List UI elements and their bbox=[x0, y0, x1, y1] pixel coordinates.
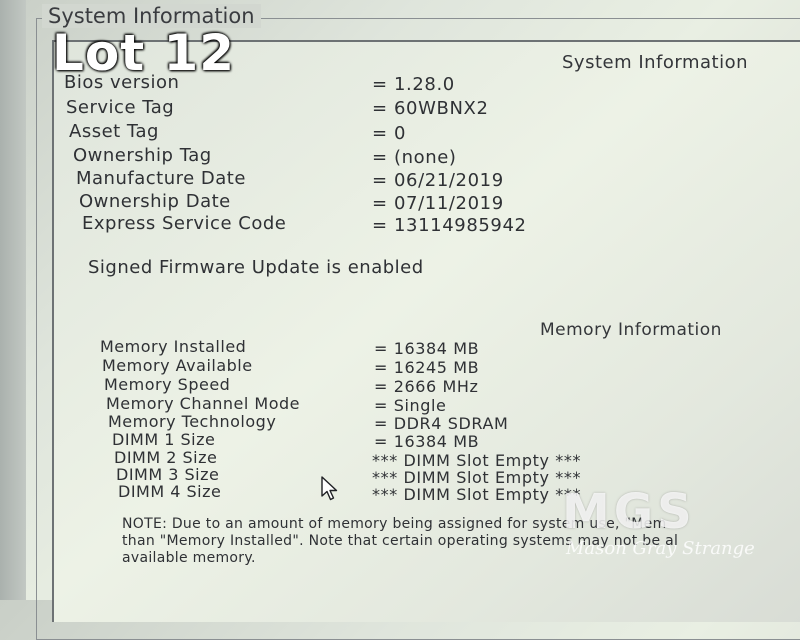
row-value-memory-installed: = 16384 MB bbox=[374, 339, 480, 358]
watermark-subtitle: Mason Gray Strange bbox=[566, 538, 755, 559]
row-label-asset-tag: Asset Tag bbox=[69, 121, 159, 142]
row-label-memory-technology: Memory Technology bbox=[108, 412, 277, 431]
lot-number-label: Lot 12 bbox=[52, 24, 236, 82]
memory-section-title: Memory Information bbox=[540, 320, 722, 340]
row-label-dimm-1-size: DIMM 1 Size bbox=[112, 430, 216, 449]
row-value-express-service-code: = 13114985942 bbox=[372, 215, 527, 236]
row-label-express-service-code: Express Service Code bbox=[82, 213, 287, 234]
row-label-ownership-date: Ownership Date bbox=[79, 191, 231, 212]
row-label-memory-available: Memory Available bbox=[102, 356, 253, 375]
system-section-title: System Information bbox=[562, 52, 749, 73]
row-value-memory-available: = 16245 MB bbox=[374, 358, 480, 377]
row-value-service-tag: = 60WBNX2 bbox=[372, 98, 489, 119]
row-label-memory-installed: Memory Installed bbox=[100, 337, 247, 356]
row-label-memory-speed: Memory Speed bbox=[104, 375, 231, 394]
row-label-memory-channel-mode: Memory Channel Mode bbox=[106, 394, 301, 413]
firmware-status-text: Signed Firmware Update is enabled bbox=[88, 257, 424, 278]
row-value-bios-version: = 1.28.0 bbox=[372, 74, 455, 95]
row-value-ownership-date: = 07/11/2019 bbox=[372, 193, 504, 214]
row-label-manufacture-date: Manufacture Date bbox=[76, 168, 246, 189]
row-value-asset-tag: = 0 bbox=[372, 123, 407, 144]
row-value-memory-channel-mode: = Single bbox=[374, 396, 447, 415]
row-value-dimm-4-size: *** DIMM Slot Empty *** bbox=[372, 485, 582, 504]
row-value-memory-speed: = 2666 MHz bbox=[374, 377, 479, 396]
screen-bezel-edge bbox=[0, 0, 26, 600]
mouse-pointer-icon bbox=[321, 476, 338, 501]
row-label-ownership-tag: Ownership Tag bbox=[73, 145, 212, 166]
row-value-ownership-tag: = (none) bbox=[372, 147, 457, 168]
row-value-dimm-1-size: = 16384 MB bbox=[374, 432, 480, 451]
row-value-memory-technology: = DDR4 SDRAM bbox=[374, 414, 509, 433]
row-value-manufacture-date: = 06/21/2019 bbox=[372, 170, 504, 191]
row-label-service-tag: Service Tag bbox=[66, 97, 175, 118]
row-label-dimm-4-size: DIMM 4 Size bbox=[118, 482, 222, 501]
